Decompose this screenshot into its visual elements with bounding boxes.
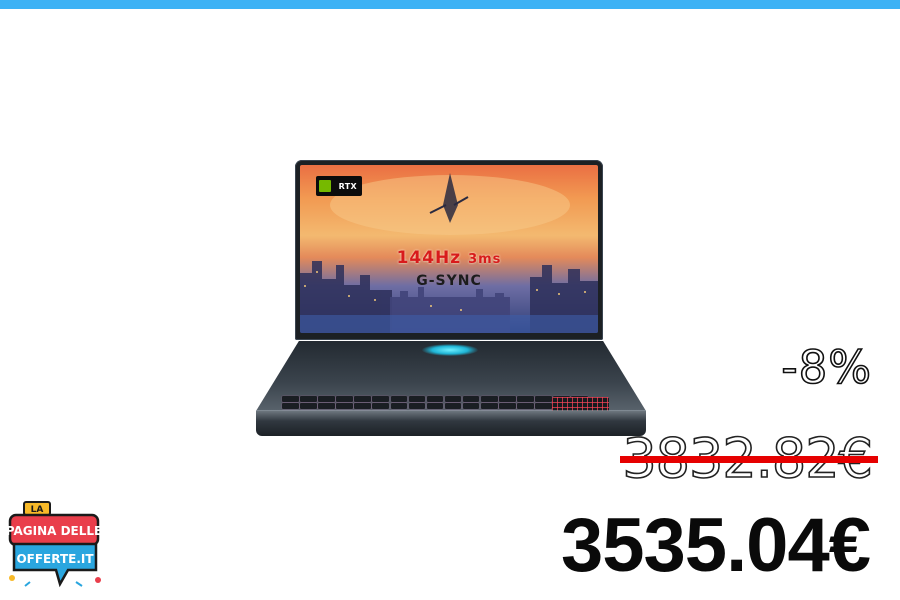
keyboard-key: [336, 403, 353, 410]
keyboard-key: [390, 396, 408, 402]
keyboard-key: [390, 403, 408, 410]
pagina-delle-offerte-logo: LA PAGINA DELLE OFFERTE.IT: [6, 501, 102, 588]
top-accent-bar: [0, 0, 900, 9]
keyboard-key: [462, 396, 480, 402]
keyboard-key: [282, 396, 299, 402]
keyboard-key: [462, 403, 480, 410]
keyboard-key: [480, 403, 498, 410]
new-price: 3535.04€: [561, 503, 871, 588]
keyboard-key: [354, 403, 371, 410]
keyboard-key: [282, 403, 299, 410]
strikethrough-line: [620, 456, 878, 463]
keyboard-key: [354, 396, 371, 402]
keyboard-key: [408, 403, 426, 410]
old-price-block: 3832.82€: [620, 431, 878, 486]
keyboard-key: [318, 396, 335, 402]
svg-text:OFFERTE.IT: OFFERTE.IT: [16, 552, 94, 566]
laptop-front-edge: [256, 411, 646, 436]
gsync-label: G-SYNC: [416, 273, 482, 289]
keyboard-key: [499, 396, 516, 402]
keyboard-key: [300, 396, 317, 402]
laptop-screen: RTX 144Hz 3ms G-SYNC: [300, 165, 598, 333]
keyboard-key: [535, 396, 552, 402]
keyboard-key: [535, 403, 552, 410]
keyboard-key: [517, 396, 534, 402]
laptop-lid: RTX 144Hz 3ms G-SYNC: [295, 160, 603, 340]
keyboard-key: [426, 396, 444, 402]
keyboard-key: [444, 403, 462, 410]
refresh-rate-label: 144Hz 3ms: [396, 248, 502, 268]
svg-text:LA: LA: [31, 505, 44, 515]
keyboard-key: [408, 396, 426, 402]
keyboard-key: [336, 396, 353, 402]
keyboard-key: [517, 403, 534, 410]
keyboard-key: [318, 403, 335, 410]
keyboard-key: [426, 403, 444, 410]
keyboard-key: [499, 403, 516, 410]
discount-percentage: -8%: [781, 341, 872, 394]
keyboard-key: [444, 396, 462, 402]
keyboard-key: [372, 396, 390, 402]
product-image-laptop: RTX 144Hz 3ms G-SYNC: [250, 158, 650, 440]
rtx-badge: RTX: [316, 176, 362, 196]
keyboard-key: [480, 396, 498, 402]
svg-text:PAGINA DELLE: PAGINA DELLE: [6, 524, 102, 538]
keyboard-key: [372, 403, 390, 410]
rog-logo-glow: [422, 344, 478, 356]
nvidia-icon: [319, 180, 331, 192]
keyboard-key: [300, 403, 317, 410]
